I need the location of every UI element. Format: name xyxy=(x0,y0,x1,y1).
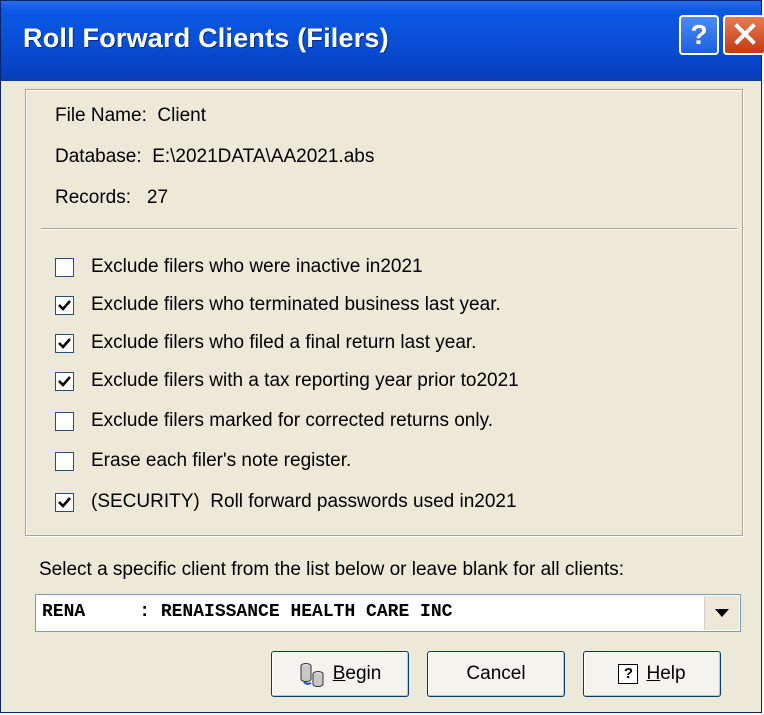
option-label: Erase each filer's note register. xyxy=(91,450,352,471)
check-icon xyxy=(58,375,71,387)
title-close-button[interactable] xyxy=(723,15,764,55)
option-label: Exclude filers who filed a final return … xyxy=(91,332,477,353)
records-value: 27 xyxy=(146,187,169,208)
cancel-label: Cancel xyxy=(466,663,526,684)
combobox-dropdown-button[interactable] xyxy=(704,596,739,630)
checkbox[interactable] xyxy=(55,492,74,512)
option-roll-passwords[interactable]: (SECURITY) Roll forward passwords used i… xyxy=(55,488,517,516)
database-value: E:\2021DATA\AA2021.abs xyxy=(152,146,375,167)
option-exclude-corrected[interactable]: Exclude filers marked for corrected retu… xyxy=(55,407,493,435)
title-help-button[interactable]: ? xyxy=(679,15,719,55)
checkbox[interactable] xyxy=(55,333,74,353)
checkbox[interactable] xyxy=(55,295,74,315)
checkbox[interactable] xyxy=(55,411,74,431)
close-x-icon xyxy=(734,23,756,45)
cancel-button[interactable]: Cancel xyxy=(427,651,565,697)
records-row: Records: 27 xyxy=(55,187,168,209)
begin-button[interactable]: Begin xyxy=(271,651,409,697)
check-icon xyxy=(58,337,71,349)
option-exclude-inactive[interactable]: Exclude filers who were inactive in2021 xyxy=(55,253,423,281)
chevron-down-icon xyxy=(715,609,729,617)
checkbox[interactable] xyxy=(55,257,74,277)
option-label: Exclude filers who terminated business l… xyxy=(91,294,501,315)
option-label: (SECURITY) Roll forward passwords used i… xyxy=(91,491,517,512)
checkbox[interactable] xyxy=(55,371,74,391)
checkbox[interactable] xyxy=(55,451,74,471)
file-name-value: Client xyxy=(157,105,206,126)
divider xyxy=(41,228,737,230)
records-label: Records: xyxy=(55,187,132,208)
client-select-prompt: Select a specific client from the list b… xyxy=(39,559,625,580)
client-combobox[interactable]: RENA : RENAISSANCE HEALTH CARE INC xyxy=(35,594,741,632)
help-button[interactable]: ? Help xyxy=(583,651,721,697)
option-exclude-final-return[interactable]: Exclude filers who filed a final return … xyxy=(55,329,476,357)
title-bar: Roll Forward Clients (Filers) ? xyxy=(1,1,764,81)
option-exclude-terminated[interactable]: Exclude filers who terminated business l… xyxy=(55,291,501,319)
client-combobox-value: RENA : RENAISSANCE HEALTH CARE INC xyxy=(42,602,453,622)
database-roll-icon xyxy=(299,661,325,687)
option-label: Exclude filers who were inactive in2021 xyxy=(91,256,423,277)
database-label: Database: xyxy=(55,146,142,167)
option-label: Exclude filers marked for corrected retu… xyxy=(91,410,493,431)
option-label: Exclude filers with a tax reporting year… xyxy=(91,370,519,391)
option-erase-notes[interactable]: Erase each filer's note register. xyxy=(55,447,351,475)
help-question-icon: ? xyxy=(618,664,639,684)
database-row: Database: E:\2021DATA\AA2021.abs xyxy=(55,146,374,168)
begin-label: Begin xyxy=(332,663,382,684)
option-exclude-prior-year[interactable]: Exclude filers with a tax reporting year… xyxy=(55,367,519,395)
window-title: Roll Forward Clients (Filers) xyxy=(23,23,389,53)
help-label: Help xyxy=(646,663,686,684)
dialog-window: Roll Forward Clients (Filers) ? File Nam… xyxy=(0,0,764,713)
file-name-label: File Name: xyxy=(55,105,147,126)
check-icon xyxy=(58,496,71,508)
file-name-row: File Name: Client xyxy=(55,105,206,127)
check-icon xyxy=(58,299,71,311)
